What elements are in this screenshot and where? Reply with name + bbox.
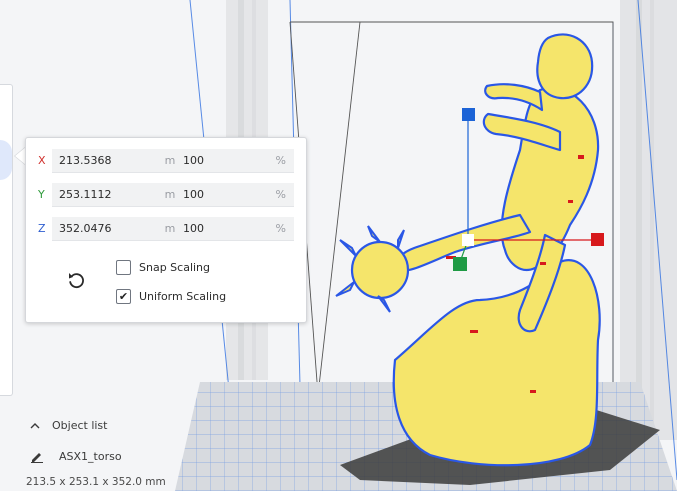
- chevron-up-icon: [30, 422, 40, 428]
- selected-object-name: ASX1_torso: [59, 449, 122, 463]
- y-percent-unit: %: [275, 188, 286, 201]
- axis-label-z: Z: [38, 222, 46, 235]
- gizmo-y-handle[interactable]: [453, 257, 467, 271]
- scale-row-x: X 213.5368 mm 100 %: [26, 149, 306, 173]
- y-size-value: 253.1112: [59, 188, 112, 201]
- object-list-label: Object list: [52, 419, 108, 432]
- pencil-icon[interactable]: [30, 449, 44, 463]
- scale-row-y: Y 253.1112 mm 100 %: [26, 183, 306, 207]
- z-size-input[interactable]: 352.0476 mm: [52, 217, 194, 241]
- gizmo-center-handle[interactable]: [462, 234, 474, 246]
- z-percent-value: 100: [183, 222, 204, 235]
- x-percent-input[interactable]: 100 %: [176, 149, 294, 173]
- scale-panel: X 213.5368 mm 100 % Y 253.1112 mm 100 % …: [25, 137, 307, 323]
- z-percent-input[interactable]: 100 %: [176, 217, 294, 241]
- y-percent-input[interactable]: 100 %: [176, 183, 294, 207]
- uniform-scaling-option[interactable]: ✔ Uniform Scaling: [116, 287, 226, 305]
- x-size-value: 213.5368: [59, 154, 112, 167]
- x-percent-unit: %: [275, 154, 286, 167]
- selected-object-row[interactable]: ASX1_torso: [30, 449, 122, 463]
- undo-arrow-icon: [69, 273, 84, 288]
- object-list-toggle[interactable]: Object list: [30, 419, 107, 432]
- checkmark-icon: ✔: [118, 289, 129, 303]
- reset-scale-button[interactable]: [64, 268, 88, 292]
- axis-label-y: Y: [38, 188, 45, 201]
- y-size-input[interactable]: 253.1112 mm: [52, 183, 194, 207]
- left-toolbar: [0, 84, 13, 396]
- snap-scaling-label: Snap Scaling: [139, 260, 211, 274]
- z-size-value: 352.0476: [59, 222, 112, 235]
- uniform-scaling-checkbox[interactable]: ✔: [116, 288, 131, 304]
- x-size-input[interactable]: 213.5368 mm: [52, 149, 194, 173]
- scale-tool-tab[interactable]: [0, 140, 12, 180]
- axis-label-x: X: [38, 154, 46, 167]
- y-percent-value: 100: [183, 188, 204, 201]
- z-percent-unit: %: [275, 222, 286, 235]
- snap-scaling-checkbox[interactable]: [116, 259, 131, 275]
- scale-row-z: Z 352.0476 mm 100 %: [26, 217, 306, 241]
- uniform-scaling-label: Uniform Scaling: [139, 289, 227, 303]
- x-percent-value: 100: [183, 154, 204, 167]
- gizmo-x-handle[interactable]: [591, 233, 604, 246]
- object-dimensions: 213.5 x 253.1 x 352.0 mm: [26, 476, 166, 488]
- snap-scaling-option[interactable]: Snap Scaling: [116, 258, 210, 276]
- gizmo-z-handle[interactable]: [462, 108, 475, 121]
